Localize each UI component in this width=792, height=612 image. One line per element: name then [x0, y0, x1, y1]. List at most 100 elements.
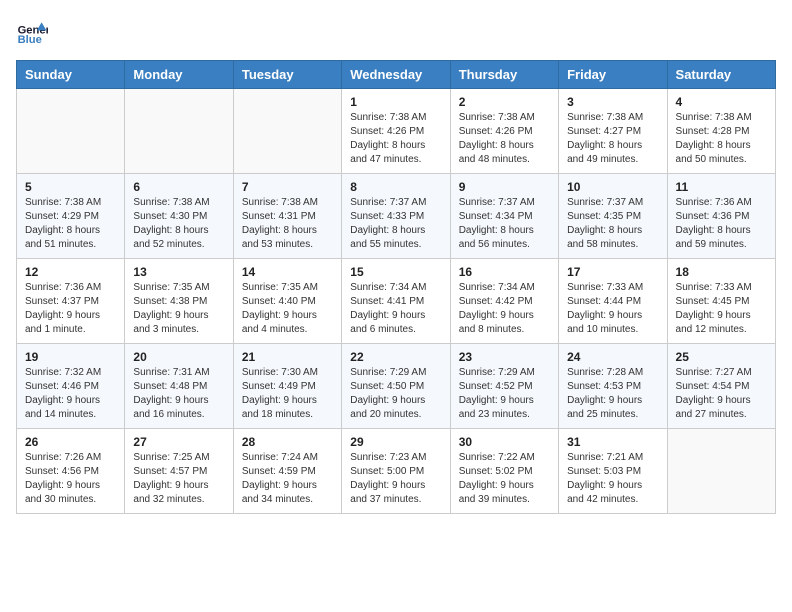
- day-info: Sunrise: 7:35 AM Sunset: 4:38 PM Dayligh…: [133, 281, 224, 337]
- calendar-cell: 5 Sunrise: 7:38 AM Sunset: 4:29 PM Daylig…: [17, 174, 125, 259]
- calendar-cell: 13 Sunrise: 7:35 AM Sunset: 4:38 PM Dayli…: [125, 259, 233, 344]
- calendar-cell: 25 Sunrise: 7:27 AM Sunset: 4:54 PM Dayli…: [667, 344, 775, 429]
- calendar-cell: 9Sunrise: 7:37 AM Sunset: 4:34 PM Daylig…: [450, 174, 558, 259]
- day-number: 5: [25, 180, 116, 194]
- calendar-cell: 8 Sunrise: 7:37 AM Sunset: 4:33 PM Daylig…: [342, 174, 450, 259]
- calendar-cell: 20 Sunrise: 7:31 AM Sunset: 4:48 PM Dayli…: [125, 344, 233, 429]
- calendar-cell: 14Sunrise: 7:35 AM Sunset: 4:40 PM Dayli…: [233, 259, 341, 344]
- calendar-table: SundayMondayTuesdayWednesdayThursdayFrid…: [16, 60, 776, 514]
- calendar-cell: 11 Sunrise: 7:36 AM Sunset: 4:36 PM Dayli…: [667, 174, 775, 259]
- column-header-monday: Monday: [125, 61, 233, 89]
- day-info: Sunrise: 7:38 AM Sunset: 4:26 PM Dayligh…: [350, 111, 441, 167]
- calendar-week-row: 19 Sunrise: 7:32 AM Sunset: 4:46 PM Dayli…: [17, 344, 776, 429]
- logo: General Blue: [16, 16, 52, 48]
- day-number: 15: [350, 265, 441, 279]
- day-info: Sunrise: 7:37 AM Sunset: 4:33 PM Dayligh…: [350, 196, 441, 252]
- day-info: Sunrise: 7:29 AM Sunset: 4:52 PM Dayligh…: [459, 366, 550, 422]
- day-info: Sunrise: 7:22 AM Sunset: 5:02 PM Dayligh…: [459, 451, 550, 507]
- day-number: 16: [459, 265, 550, 279]
- calendar-header-row: SundayMondayTuesdayWednesdayThursdayFrid…: [17, 61, 776, 89]
- day-number: 10: [567, 180, 658, 194]
- day-number: 12: [25, 265, 116, 279]
- day-info: Sunrise: 7:26 AM Sunset: 4:56 PM Dayligh…: [25, 451, 116, 507]
- day-info: Sunrise: 7:36 AM Sunset: 4:36 PM Dayligh…: [676, 196, 767, 252]
- day-number: 19: [25, 350, 116, 364]
- day-number: 26: [25, 435, 116, 449]
- day-info: Sunrise: 7:38 AM Sunset: 4:29 PM Dayligh…: [25, 196, 116, 252]
- calendar-week-row: 5 Sunrise: 7:38 AM Sunset: 4:29 PM Daylig…: [17, 174, 776, 259]
- day-number: 14: [242, 265, 333, 279]
- calendar-cell: 7Sunrise: 7:38 AM Sunset: 4:31 PM Daylig…: [233, 174, 341, 259]
- calendar-cell: 22 Sunrise: 7:29 AM Sunset: 4:50 PM Dayli…: [342, 344, 450, 429]
- day-info: Sunrise: 7:31 AM Sunset: 4:48 PM Dayligh…: [133, 366, 224, 422]
- day-number: 3: [567, 95, 658, 109]
- calendar-cell: 27 Sunrise: 7:25 AM Sunset: 4:57 PM Dayli…: [125, 429, 233, 514]
- calendar-cell: 26 Sunrise: 7:26 AM Sunset: 4:56 PM Dayli…: [17, 429, 125, 514]
- day-number: 13: [133, 265, 224, 279]
- calendar-cell: 19 Sunrise: 7:32 AM Sunset: 4:46 PM Dayli…: [17, 344, 125, 429]
- day-number: 18: [676, 265, 767, 279]
- day-number: 27: [133, 435, 224, 449]
- day-info: Sunrise: 7:21 AM Sunset: 5:03 PM Dayligh…: [567, 451, 658, 507]
- day-info: Sunrise: 7:33 AM Sunset: 4:45 PM Dayligh…: [676, 281, 767, 337]
- day-info: Sunrise: 7:27 AM Sunset: 4:54 PM Dayligh…: [676, 366, 767, 422]
- calendar-cell: 1 Sunrise: 7:38 AM Sunset: 4:26 PM Daylig…: [342, 89, 450, 174]
- calendar-cell: 10 Sunrise: 7:37 AM Sunset: 4:35 PM Dayli…: [559, 174, 667, 259]
- day-info: Sunrise: 7:37 AM Sunset: 4:35 PM Dayligh…: [567, 196, 658, 252]
- calendar-cell: 4Sunrise: 7:38 AM Sunset: 4:28 PM Daylig…: [667, 89, 775, 174]
- day-number: 29: [350, 435, 441, 449]
- day-info: Sunrise: 7:30 AM Sunset: 4:49 PM Dayligh…: [242, 366, 333, 422]
- calendar-cell: 3Sunrise: 7:38 AM Sunset: 4:27 PM Daylig…: [559, 89, 667, 174]
- calendar-cell: 18 Sunrise: 7:33 AM Sunset: 4:45 PM Dayli…: [667, 259, 775, 344]
- calendar-cell: 23Sunrise: 7:29 AM Sunset: 4:52 PM Dayli…: [450, 344, 558, 429]
- calendar-week-row: 12 Sunrise: 7:36 AM Sunset: 4:37 PM Dayli…: [17, 259, 776, 344]
- calendar-cell: 15 Sunrise: 7:34 AM Sunset: 4:41 PM Dayli…: [342, 259, 450, 344]
- day-info: Sunrise: 7:37 AM Sunset: 4:34 PM Dayligh…: [459, 196, 550, 252]
- day-number: 17: [567, 265, 658, 279]
- calendar-cell: [17, 89, 125, 174]
- day-number: 1: [350, 95, 441, 109]
- day-info: Sunrise: 7:32 AM Sunset: 4:46 PM Dayligh…: [25, 366, 116, 422]
- calendar-cell: 24Sunrise: 7:28 AM Sunset: 4:53 PM Dayli…: [559, 344, 667, 429]
- day-number: 22: [350, 350, 441, 364]
- column-header-saturday: Saturday: [667, 61, 775, 89]
- day-info: Sunrise: 7:33 AM Sunset: 4:44 PM Dayligh…: [567, 281, 658, 337]
- day-info: Sunrise: 7:36 AM Sunset: 4:37 PM Dayligh…: [25, 281, 116, 337]
- column-header-thursday: Thursday: [450, 61, 558, 89]
- day-number: 11: [676, 180, 767, 194]
- calendar-cell: 21 Sunrise: 7:30 AM Sunset: 4:49 PM Dayli…: [233, 344, 341, 429]
- calendar-week-row: 26 Sunrise: 7:26 AM Sunset: 4:56 PM Dayli…: [17, 429, 776, 514]
- day-number: 2: [459, 95, 550, 109]
- day-number: 21: [242, 350, 333, 364]
- page-header: General Blue: [16, 16, 776, 48]
- day-number: 30: [459, 435, 550, 449]
- day-info: Sunrise: 7:34 AM Sunset: 4:41 PM Dayligh…: [350, 281, 441, 337]
- day-number: 28: [242, 435, 333, 449]
- calendar-cell: 16 Sunrise: 7:34 AM Sunset: 4:42 PM Dayli…: [450, 259, 558, 344]
- day-number: 6: [133, 180, 224, 194]
- day-info: Sunrise: 7:25 AM Sunset: 4:57 PM Dayligh…: [133, 451, 224, 507]
- calendar-cell: [233, 89, 341, 174]
- calendar-cell: 28Sunrise: 7:24 AM Sunset: 4:59 PM Dayli…: [233, 429, 341, 514]
- calendar-cell: 17 Sunrise: 7:33 AM Sunset: 4:44 PM Dayli…: [559, 259, 667, 344]
- column-header-friday: Friday: [559, 61, 667, 89]
- calendar-cell: 30 Sunrise: 7:22 AM Sunset: 5:02 PM Dayli…: [450, 429, 558, 514]
- day-info: Sunrise: 7:28 AM Sunset: 4:53 PM Dayligh…: [567, 366, 658, 422]
- day-number: 7: [242, 180, 333, 194]
- day-info: Sunrise: 7:29 AM Sunset: 4:50 PM Dayligh…: [350, 366, 441, 422]
- svg-text:Blue: Blue: [18, 34, 42, 46]
- calendar-cell: 31 Sunrise: 7:21 AM Sunset: 5:03 PM Dayli…: [559, 429, 667, 514]
- calendar-cell: 2Sunrise: 7:38 AM Sunset: 4:26 PM Daylig…: [450, 89, 558, 174]
- day-number: 8: [350, 180, 441, 194]
- day-info: Sunrise: 7:38 AM Sunset: 4:28 PM Dayligh…: [676, 111, 767, 167]
- day-number: 25: [676, 350, 767, 364]
- day-info: Sunrise: 7:34 AM Sunset: 4:42 PM Dayligh…: [459, 281, 550, 337]
- calendar-week-row: 1 Sunrise: 7:38 AM Sunset: 4:26 PM Daylig…: [17, 89, 776, 174]
- logo-icon: General Blue: [16, 16, 48, 48]
- day-number: 20: [133, 350, 224, 364]
- day-number: 31: [567, 435, 658, 449]
- column-header-sunday: Sunday: [17, 61, 125, 89]
- day-info: Sunrise: 7:38 AM Sunset: 4:30 PM Dayligh…: [133, 196, 224, 252]
- column-header-tuesday: Tuesday: [233, 61, 341, 89]
- calendar-cell: 6 Sunrise: 7:38 AM Sunset: 4:30 PM Daylig…: [125, 174, 233, 259]
